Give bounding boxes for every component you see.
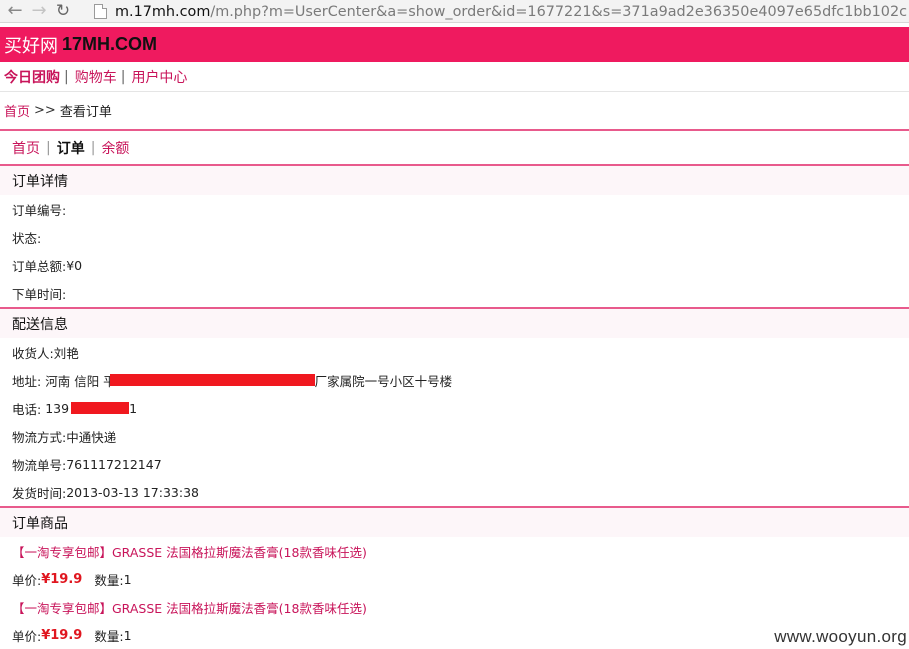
unit-price-label: 单价: [12,572,42,588]
subnav-separator: | [90,139,96,156]
product-row: 【一淘专享包邮】GRASSE 法国格拉斯魔法香膏(18款香味任选) [0,593,909,621]
reload-icon[interactable]: ↻ [51,0,75,22]
total-value: ¥0 [66,257,83,273]
tracking-row: 物流单号: 761117212147 [0,450,909,478]
nav-today-deals[interactable]: 今日团购 [4,67,60,87]
url-path: /m.php?m=UserCenter&a=show_order&id=1677… [210,3,908,20]
subnav-orders[interactable]: 订单 [57,138,85,158]
order-time-row: 下单时间: [0,279,909,307]
address-label: 地址: [12,373,42,389]
breadcrumb-current: 查看订单 [59,105,112,120]
ship-time-label: 发货时间: [12,485,67,501]
site-header: 买好网 17MH.COM [0,27,909,62]
address-start: 河南 信阳 平 [45,373,116,389]
watermark: www.wooyun.org [774,627,907,646]
shipping-method-value: 中通快递 [66,429,117,445]
page-icon [94,4,107,19]
subnav-home[interactable]: 首页 [12,138,40,158]
logo-domain[interactable]: 17MH.COM [62,34,157,55]
subnav-balance[interactable]: 余额 [101,138,129,158]
browser-toolbar: ← → ↻ m.17mh.com/m.php?m=UserCenter&a=sh… [0,0,909,23]
back-arrow-icon[interactable]: ← [3,0,27,22]
products-heading: 订单商品 [0,508,909,537]
breadcrumb-arrow: >> [34,103,56,118]
receiver-label: 收货人: [12,345,54,361]
order-time-label: 下单时间: [12,286,67,302]
shipping-heading: 配送信息 [0,309,909,338]
breadcrumb: 首页 >> 查看订单 [0,92,909,129]
product-row: 【一淘专享包邮】GRASSE 法国格拉斯魔法香膏(18款香味任选) [0,537,909,565]
product-link[interactable]: 【一淘专享包邮】GRASSE 法国格拉斯魔法香膏(18款香味任选) [12,598,367,617]
product-price-row: 单价: ¥19.9 数量: 1 [0,565,909,593]
status-row: 状态: [0,223,909,251]
quantity-value: 1 [123,571,132,587]
quantity-value: 1 [123,627,132,643]
order-number-row: 订单编号: [0,195,909,223]
logo-chinese[interactable]: 买好网 [4,32,58,58]
ship-time-row: 发货时间: 2013-03-13 17:33:38 [0,478,909,506]
ship-time-value: 2013-03-13 17:33:38 [66,484,199,500]
address-bar[interactable]: m.17mh.com/m.php?m=UserCenter&a=show_ord… [94,1,909,22]
receiver-value: 刘艳 [53,345,79,361]
forward-arrow-icon[interactable]: → [27,0,51,22]
address-end: 厂家属院一号小区十号楼 [314,373,453,389]
status-label: 状态: [12,230,42,246]
nav-user-center[interactable]: 用户中心 [131,67,187,87]
tracking-value: 761117212147 [66,456,162,472]
order-number-label: 订单编号: [12,202,67,218]
subnav-separator: | [46,139,51,156]
nav-cart[interactable]: 购物车 [75,67,117,87]
shipping-method-label: 物流方式: [12,429,67,445]
product-link[interactable]: 【一淘专享包邮】GRASSE 法国格拉斯魔法香膏(18款香味任选) [12,542,367,561]
quantity-label: 数量: [94,572,124,588]
shipping-method-row: 物流方式: 中通快递 [0,422,909,450]
quantity-label: 数量: [94,628,124,644]
phone-end: 1 [129,400,138,416]
nav-separator: | [64,68,69,85]
top-nav: 今日团购 | 购物车 | 用户中心 [0,62,909,92]
user-sub-nav: 首页 | 订单 | 余额 [0,131,909,164]
address-redaction [109,374,315,386]
unit-price-label: 单价: [12,628,42,644]
unit-price-value: ¥19.9 [41,571,83,587]
phone-row: 电话: 139 1 [0,394,909,422]
phone-label: 电话: [12,401,42,417]
receiver-row: 收货人: 刘艳 [0,338,909,366]
url-host: m.17mh.com [115,3,211,20]
order-detail-heading: 订单详情 [0,166,909,195]
breadcrumb-home[interactable]: 首页 [4,101,30,120]
nav-separator: | [120,68,126,85]
total-label: 订单总额: [12,258,67,274]
total-row: 订单总额: ¥0 [0,251,909,279]
address-row: 地址: 河南 信阳 平 厂家属院一号小区十号楼 [0,366,909,394]
unit-price-value: ¥19.9 [41,627,83,643]
phone-redaction [71,402,130,414]
phone-start: 139 [45,400,70,416]
tracking-label: 物流单号: [12,457,67,473]
product-price-row: 单价: ¥19.9 数量: 1 [0,621,909,649]
